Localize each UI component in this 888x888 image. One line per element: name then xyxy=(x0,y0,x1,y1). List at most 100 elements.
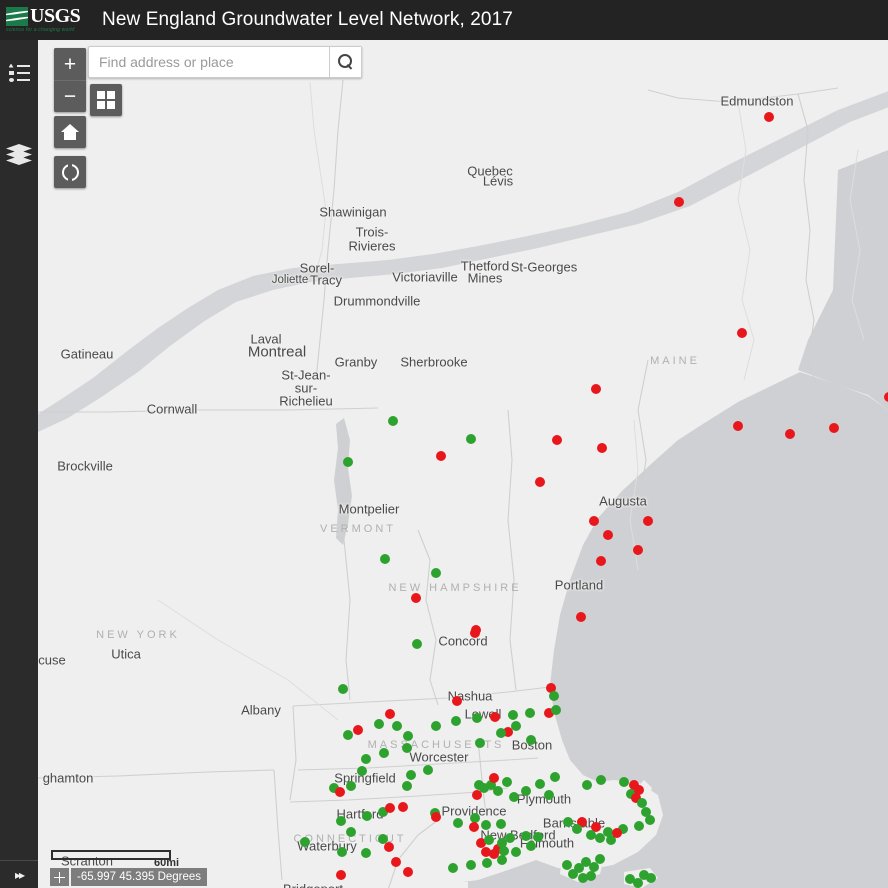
groundwater-site-marker-green[interactable] xyxy=(453,818,463,828)
map-canvas[interactable]: EdmundstonNEQuebecLévisShawiniganTrois-R… xyxy=(38,40,888,888)
groundwater-site-marker-red[interactable] xyxy=(785,429,795,439)
groundwater-site-marker-red[interactable] xyxy=(733,421,743,431)
search-button[interactable] xyxy=(329,47,361,77)
groundwater-site-marker-green[interactable] xyxy=(496,728,506,738)
groundwater-site-marker-green[interactable] xyxy=(645,815,655,825)
groundwater-site-marker-green[interactable] xyxy=(484,835,494,845)
locate-me-button[interactable] xyxy=(54,156,86,188)
groundwater-site-marker-green[interactable] xyxy=(550,772,560,782)
groundwater-site-marker-red[interactable] xyxy=(643,516,653,526)
groundwater-site-marker-green[interactable] xyxy=(374,719,384,729)
home-extent-button[interactable] xyxy=(54,116,86,148)
groundwater-site-marker-red[interactable] xyxy=(737,328,747,338)
search-input[interactable] xyxy=(89,47,329,77)
groundwater-site-marker-green[interactable] xyxy=(431,721,441,731)
groundwater-site-marker-green[interactable] xyxy=(497,855,507,865)
groundwater-site-marker-green[interactable] xyxy=(634,821,644,831)
groundwater-site-marker-green[interactable] xyxy=(361,754,371,764)
groundwater-site-marker-red[interactable] xyxy=(469,822,479,832)
groundwater-site-marker-red[interactable] xyxy=(674,197,684,207)
groundwater-site-marker-red[interactable] xyxy=(452,696,462,706)
groundwater-site-marker-green[interactable] xyxy=(521,831,531,841)
groundwater-site-marker-green[interactable] xyxy=(505,833,515,843)
groundwater-site-marker-green[interactable] xyxy=(343,457,353,467)
sidebar-expand-button[interactable]: ▸▸ xyxy=(0,860,38,888)
groundwater-site-marker-red[interactable] xyxy=(470,628,480,638)
groundwater-site-marker-green[interactable] xyxy=(633,878,643,888)
groundwater-site-marker-red[interactable] xyxy=(411,593,421,603)
groundwater-site-marker-red[interactable] xyxy=(829,423,839,433)
groundwater-site-marker-green[interactable] xyxy=(525,708,535,718)
groundwater-site-marker-red[interactable] xyxy=(385,803,395,813)
groundwater-site-marker-green[interactable] xyxy=(511,847,521,857)
groundwater-site-marker-green[interactable] xyxy=(544,790,554,800)
groundwater-site-marker-green[interactable] xyxy=(533,832,543,842)
groundwater-site-marker-green[interactable] xyxy=(448,863,458,873)
groundwater-site-marker-green[interactable] xyxy=(466,860,476,870)
groundwater-site-marker-red[interactable] xyxy=(489,773,499,783)
groundwater-site-marker-red[interactable] xyxy=(436,451,446,461)
groundwater-site-marker-green[interactable] xyxy=(595,833,605,843)
groundwater-site-marker-green[interactable] xyxy=(596,775,606,785)
groundwater-site-marker-red[interactable] xyxy=(535,477,545,487)
groundwater-site-marker-red[interactable] xyxy=(603,530,613,540)
zoom-in-button[interactable]: + xyxy=(54,48,86,80)
groundwater-site-marker-red[interactable] xyxy=(353,725,363,735)
groundwater-site-marker-green[interactable] xyxy=(493,786,503,796)
groundwater-site-marker-green[interactable] xyxy=(619,777,629,787)
groundwater-site-marker-green[interactable] xyxy=(361,848,371,858)
groundwater-site-marker-green[interactable] xyxy=(526,841,536,851)
groundwater-site-marker-red[interactable] xyxy=(335,787,345,797)
groundwater-site-marker-red[interactable] xyxy=(385,709,395,719)
groundwater-site-marker-green[interactable] xyxy=(338,684,348,694)
groundwater-site-marker-green[interactable] xyxy=(403,731,413,741)
groundwater-site-marker-red[interactable] xyxy=(612,828,622,838)
groundwater-site-marker-green[interactable] xyxy=(392,721,402,731)
sidebar-item-legend[interactable] xyxy=(0,48,38,98)
zoom-out-button[interactable]: − xyxy=(54,80,86,112)
groundwater-site-marker-green[interactable] xyxy=(586,871,596,881)
groundwater-site-marker-green[interactable] xyxy=(526,735,536,745)
groundwater-site-marker-green[interactable] xyxy=(508,710,518,720)
groundwater-site-marker-green[interactable] xyxy=(423,765,433,775)
groundwater-site-marker-green[interactable] xyxy=(568,869,578,879)
groundwater-site-marker-green[interactable] xyxy=(431,568,441,578)
groundwater-site-marker-red[interactable] xyxy=(884,392,888,402)
groundwater-site-marker-green[interactable] xyxy=(475,738,485,748)
groundwater-site-marker-red[interactable] xyxy=(589,516,599,526)
groundwater-site-marker-red[interactable] xyxy=(403,867,413,877)
groundwater-site-marker-green[interactable] xyxy=(521,786,531,796)
groundwater-site-marker-green[interactable] xyxy=(300,837,310,847)
groundwater-site-marker-green[interactable] xyxy=(362,811,372,821)
groundwater-site-marker-green[interactable] xyxy=(346,827,356,837)
groundwater-site-marker-red[interactable] xyxy=(398,802,408,812)
groundwater-site-marker-green[interactable] xyxy=(402,781,412,791)
groundwater-site-marker-green[interactable] xyxy=(482,858,492,868)
groundwater-site-marker-green[interactable] xyxy=(646,873,656,883)
groundwater-site-marker-green[interactable] xyxy=(472,713,482,723)
groundwater-site-marker-green[interactable] xyxy=(496,819,506,829)
groundwater-site-marker-green[interactable] xyxy=(562,860,572,870)
groundwater-site-marker-green[interactable] xyxy=(412,639,422,649)
groundwater-site-marker-red[interactable] xyxy=(591,384,601,394)
groundwater-site-marker-green[interactable] xyxy=(388,416,398,426)
groundwater-site-marker-green[interactable] xyxy=(466,434,476,444)
groundwater-site-marker-red[interactable] xyxy=(597,443,607,453)
groundwater-site-marker-green[interactable] xyxy=(380,554,390,564)
groundwater-site-marker-red[interactable] xyxy=(481,847,491,857)
groundwater-site-marker-green[interactable] xyxy=(582,780,592,790)
groundwater-site-marker-red[interactable] xyxy=(634,785,644,795)
groundwater-site-marker-green[interactable] xyxy=(502,777,512,787)
groundwater-site-marker-red[interactable] xyxy=(764,112,774,122)
basemap-gallery-button[interactable] xyxy=(90,84,122,116)
groundwater-site-marker-green[interactable] xyxy=(535,779,545,789)
sidebar-item-layers[interactable] xyxy=(0,130,38,180)
groundwater-site-marker-green[interactable] xyxy=(357,766,367,776)
groundwater-site-marker-red[interactable] xyxy=(552,435,562,445)
groundwater-site-marker-green[interactable] xyxy=(343,730,353,740)
groundwater-site-marker-red[interactable] xyxy=(576,612,586,622)
groundwater-site-marker-green[interactable] xyxy=(336,816,346,826)
groundwater-site-marker-red[interactable] xyxy=(384,842,394,852)
groundwater-site-marker-green[interactable] xyxy=(474,780,484,790)
groundwater-site-marker-green[interactable] xyxy=(379,748,389,758)
